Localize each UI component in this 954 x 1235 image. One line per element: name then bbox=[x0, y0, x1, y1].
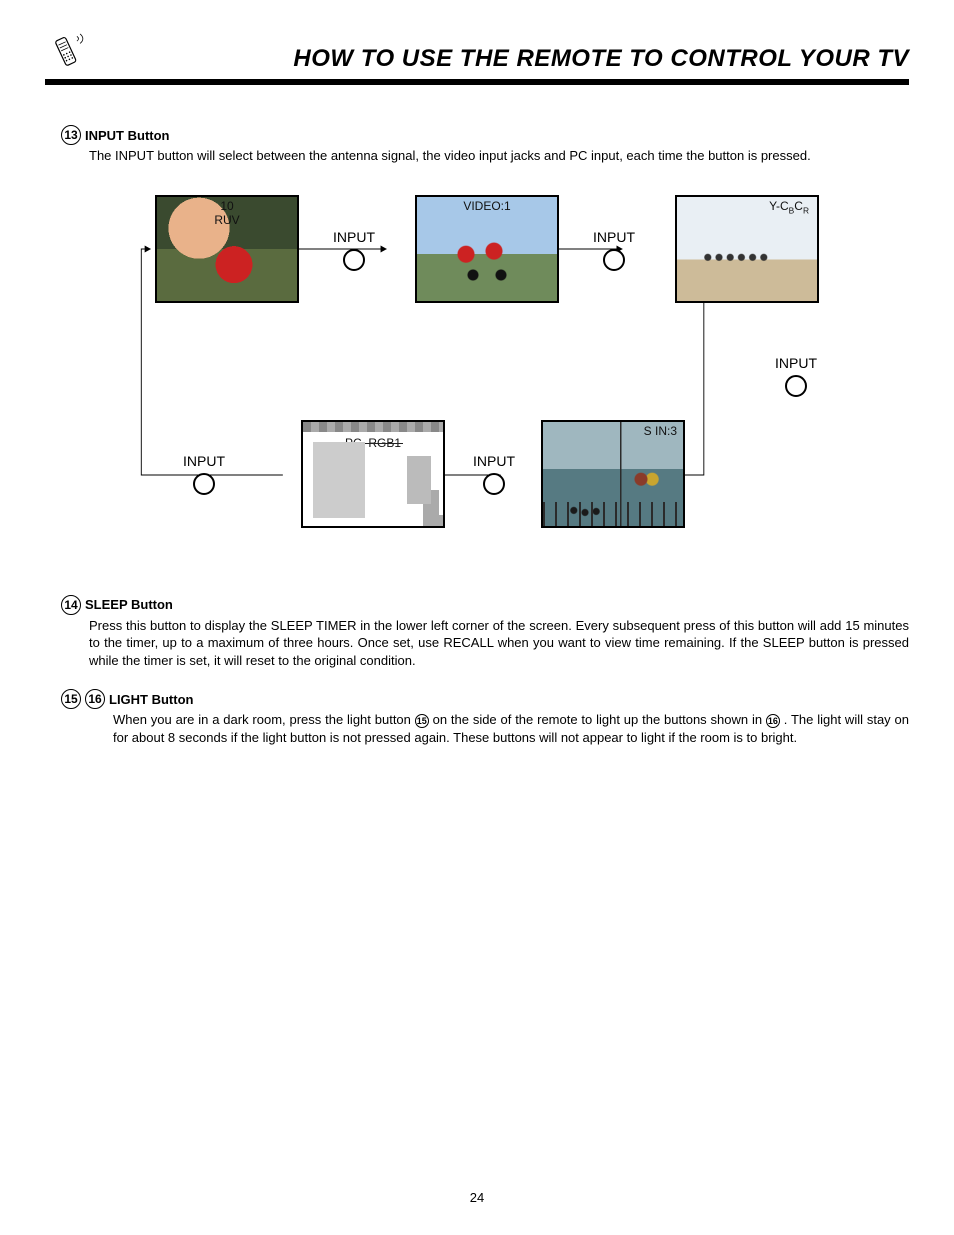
manual-page: HOW TO USE THE REMOTE TO CONTROL YOUR TV… bbox=[0, 0, 954, 1235]
page-number: 24 bbox=[0, 1190, 954, 1205]
screen-svideo: S IN:3 bbox=[541, 420, 685, 528]
node-label: INPUT bbox=[333, 229, 375, 245]
section-title: LIGHT Button bbox=[109, 692, 193, 707]
section-input-button: 13 INPUT Button The INPUT button will se… bbox=[45, 125, 909, 165]
inline-marker-16: 16 bbox=[766, 714, 780, 728]
node-label: INPUT bbox=[473, 453, 515, 469]
body-text: When you are in a dark room, press the l… bbox=[113, 712, 415, 727]
input-label: Y-CBCR bbox=[769, 199, 809, 215]
section-sleep-button: 14 SLEEP Button Press this button to dis… bbox=[45, 595, 909, 670]
remote-icon bbox=[45, 30, 93, 73]
section-body: When you are in a dark room, press the l… bbox=[113, 711, 909, 746]
marker-16: 16 bbox=[85, 689, 105, 709]
screen-video1: VIDEO:1 bbox=[415, 195, 559, 303]
marker-13: 13 bbox=[61, 125, 81, 145]
section-title: INPUT Button bbox=[85, 128, 169, 143]
node-label: INPUT bbox=[593, 229, 635, 245]
node-dot-icon bbox=[483, 473, 505, 495]
marker-15: 15 bbox=[61, 689, 81, 709]
node-dot-icon bbox=[193, 473, 215, 495]
channel-number: 10 bbox=[220, 199, 233, 213]
marker-14: 14 bbox=[61, 595, 81, 615]
inline-marker-15: 15 bbox=[415, 714, 429, 728]
page-header: HOW TO USE THE REMOTE TO CONTROL YOUR TV bbox=[45, 30, 909, 85]
input-node: INPUT bbox=[473, 453, 515, 495]
section-body: Press this button to display the SLEEP T… bbox=[89, 617, 909, 670]
section-head: 15 16 LIGHT Button bbox=[61, 689, 909, 709]
body-text: on the side of the remote to light up th… bbox=[433, 712, 766, 727]
section-head: 14 SLEEP Button bbox=[61, 595, 909, 615]
input-node: INPUT bbox=[775, 355, 817, 397]
input-label: VIDEO:1 bbox=[463, 199, 510, 213]
node-label: INPUT bbox=[775, 355, 817, 371]
input-cycle-diagram: 10 RUV VIDEO:1 Y-CBCR S IN:3 PC. RGB1 IN… bbox=[105, 195, 849, 575]
input-node: INPUT bbox=[593, 229, 635, 271]
section-light-button: 15 16 LIGHT Button When you are in a dar… bbox=[45, 689, 909, 746]
node-dot-icon bbox=[785, 375, 807, 397]
node-dot-icon bbox=[603, 249, 625, 271]
page-title: HOW TO USE THE REMOTE TO CONTROL YOUR TV bbox=[293, 45, 909, 73]
input-node: INPUT bbox=[183, 453, 225, 495]
section-body: The INPUT button will select between the… bbox=[89, 147, 909, 165]
screen-antenna: 10 RUV bbox=[155, 195, 299, 303]
node-dot-icon bbox=[343, 249, 365, 271]
input-label: PC. RGB1 bbox=[345, 436, 401, 450]
node-label: INPUT bbox=[183, 453, 225, 469]
input-label: S IN:3 bbox=[644, 424, 677, 438]
input-node: INPUT bbox=[333, 229, 375, 271]
section-head: 13 INPUT Button bbox=[61, 125, 909, 145]
section-title: SLEEP Button bbox=[85, 597, 173, 612]
screen-component: Y-CBCR bbox=[675, 195, 819, 303]
channel-callsign: RUV bbox=[214, 213, 239, 227]
screen-pc-rgb: PC. RGB1 bbox=[301, 420, 445, 528]
